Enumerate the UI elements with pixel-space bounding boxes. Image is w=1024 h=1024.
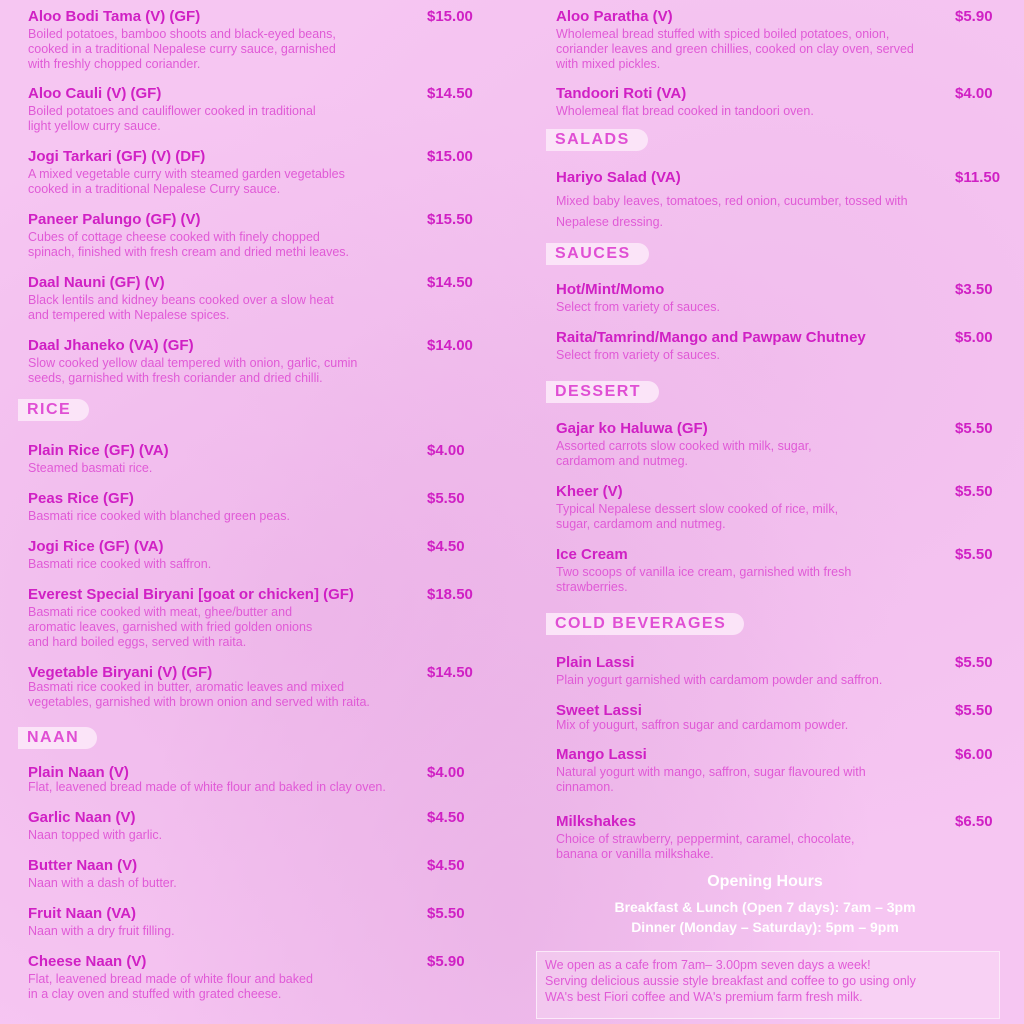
item-price: $15.50 [427, 211, 473, 228]
item-name: Mango Lassi [556, 746, 647, 763]
item-price: $6.00 [955, 746, 993, 763]
item-name: Paneer Palungo (GF) (V) [28, 211, 201, 228]
section-header-rice: RICE [18, 399, 90, 421]
item-description: Steamed basmati rice. [28, 461, 153, 475]
item-price: $5.90 [427, 953, 465, 970]
item-description: Natural yogurt with mango, saffron, suga… [556, 765, 866, 794]
item-price: $5.50 [955, 702, 993, 719]
item-description: Naan topped with garlic. [28, 828, 163, 842]
item-name: Raita/Tamrind/Mango and Pawpaw Chutney [556, 329, 866, 346]
section-header-naan: NAAN [18, 727, 98, 749]
item-description: Choice of strawberry, peppermint, carame… [556, 832, 855, 861]
item-price: $18.50 [427, 586, 473, 603]
item-description: Mix of yougurt, saffron sugar and cardam… [556, 718, 849, 732]
item-name: Butter Naan (V) [28, 857, 138, 874]
item-name: Kheer (V) [556, 483, 623, 500]
item-price: $5.90 [955, 8, 993, 25]
item-description: Basmati rice cooked with blanched green … [28, 509, 290, 523]
item-description: Basmati rice cooked with saffron. [28, 557, 212, 571]
item-description: Plain yogurt garnished with cardamom pow… [556, 673, 883, 687]
item-price: $4.00 [955, 85, 993, 102]
item-price: $14.50 [427, 274, 473, 291]
opening-hours-breakfast: Breakfast & Lunch (Open 7 days): 7am – 3… [614, 899, 916, 915]
item-description: Select from variety of sauces. [556, 348, 720, 362]
item-name: Aloo Cauli (V) (GF) [28, 85, 162, 102]
item-name: Peas Rice (GF) [28, 490, 134, 507]
item-name: Aloo Bodi Tama (V) (GF) [28, 8, 201, 25]
item-description: Select from variety of sauces. [556, 300, 720, 314]
item-price: $4.50 [427, 809, 465, 826]
item-description: Typical Nepalese dessert slow cooked of … [556, 502, 839, 531]
section-header-salads: SALADS [546, 129, 648, 151]
item-name: Jogi Rice (GF) (VA) [28, 538, 164, 555]
item-name: Gajar ko Haluwa (GF) [556, 420, 708, 437]
item-price: $3.50 [955, 281, 993, 298]
cafe-note-box: We open as a cafe from 7am– 3.00pm seven… [536, 951, 1000, 1019]
item-description: Black lentils and kidney beans cooked ov… [28, 293, 334, 322]
item-name: Milkshakes [556, 813, 637, 830]
item-price: $15.00 [427, 148, 473, 165]
item-description: Naan with a dash of butter. [28, 876, 177, 890]
item-name: Cheese Naan (V) [28, 953, 147, 970]
item-name: Plain Rice (GF) (VA) [28, 442, 169, 459]
item-price: $4.00 [427, 442, 465, 459]
item-name: Everest Special Biryani [goat or chicken… [28, 586, 354, 603]
item-name: Vegetable Biryani (V) (GF) [28, 664, 213, 681]
item-name: Sweet Lassi [556, 702, 642, 719]
section-header-sauces: SAUCES [546, 243, 649, 265]
item-description: A mixed vegetable curry with steamed gar… [28, 167, 345, 196]
opening-hours-title: Opening Hours [707, 873, 823, 890]
item-name: Aloo Paratha (V) [556, 8, 673, 25]
item-price: $4.50 [427, 857, 465, 874]
item-description: Mixed baby leaves, tomatoes, red onion, … [556, 194, 908, 229]
item-price: $5.00 [955, 329, 993, 346]
item-description: Flat, leavened bread made of white flour… [28, 972, 313, 1001]
item-name: Tandoori Roti (VA) [556, 85, 687, 102]
item-name: Garlic Naan (V) [28, 809, 136, 826]
item-name: Ice Cream [556, 546, 628, 563]
item-price: $14.50 [427, 85, 473, 102]
item-description: Assorted carrots slow cooked with milk, … [556, 439, 812, 468]
section-header-dessert: DESSERT [546, 381, 660, 403]
item-description: Boiled potatoes and cauliflower cooked i… [28, 104, 316, 133]
item-description: Cubes of cottage cheese cooked with fine… [28, 230, 349, 259]
item-price: $4.50 [427, 538, 465, 555]
item-price: $14.00 [427, 337, 473, 354]
item-price: $5.50 [427, 905, 465, 922]
item-price: $14.50 [427, 664, 473, 681]
section-header-cold-beverages: COLD BEVERAGES [546, 613, 745, 635]
item-description: Wholemeal bread stuffed with spiced boil… [556, 27, 914, 71]
item-description: Two scoops of vanilla ice cream, garnish… [556, 565, 852, 594]
item-description: Naan with a dry fruit filling. [28, 924, 175, 938]
item-price: $5.50 [427, 490, 465, 507]
item-price: $6.50 [955, 813, 993, 830]
item-name: Plain Naan (V) [28, 764, 129, 781]
item-price: $15.00 [427, 8, 473, 25]
item-name: Hariyo Salad (VA) [556, 169, 681, 186]
item-name: Plain Lassi [556, 654, 635, 671]
item-description: Flat, leavened bread made of white flour… [28, 780, 386, 794]
item-price: $11.50 [955, 169, 1001, 186]
item-name: Daal Jhaneko (VA) (GF) [28, 337, 194, 354]
item-name: Fruit Naan (VA) [28, 905, 137, 922]
item-description: Boiled potatoes, bamboo shoots and black… [28, 27, 336, 71]
item-description: Basmati rice cooked in butter, aromatic … [28, 680, 370, 709]
item-price: $5.50 [955, 420, 993, 437]
item-price: $4.00 [427, 764, 465, 781]
item-name: Hot/Mint/Momo [556, 281, 665, 298]
item-description: Wholemeal flat bread cooked in tandoori … [556, 104, 814, 118]
item-name: Daal Nauni (GF) (V) [28, 274, 165, 291]
item-price: $5.50 [955, 654, 993, 671]
item-price: $5.50 [955, 483, 993, 500]
opening-hours-dinner: Dinner (Monday – Saturday): 5pm – 9pm [631, 919, 899, 935]
item-description: Basmati rice cooked with meat, ghee/butt… [28, 605, 313, 649]
item-description: Slow cooked yellow daal tempered with on… [28, 356, 358, 385]
item-name: Jogi Tarkari (GF) (V) (DF) [28, 148, 206, 165]
item-price: $5.50 [955, 546, 993, 563]
